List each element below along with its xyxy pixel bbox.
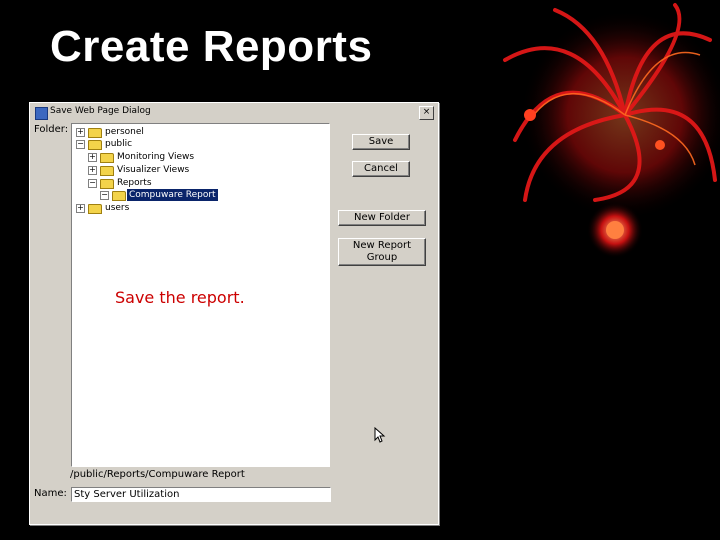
report-name-input[interactable]: Sty Server Utilization bbox=[71, 487, 331, 502]
tree-node-label: personel bbox=[105, 127, 144, 137]
folder-icon bbox=[100, 179, 114, 189]
save-button[interactable]: Save bbox=[352, 134, 410, 150]
folder-icon bbox=[112, 191, 126, 201]
new-folder-button[interactable]: New Folder bbox=[338, 210, 426, 226]
annotation-caption: Save the report. bbox=[115, 288, 245, 307]
dialog-app-icon bbox=[35, 107, 48, 120]
expander-icon[interactable]: + bbox=[76, 128, 85, 137]
folder-icon bbox=[100, 153, 114, 163]
tree-node-reports[interactable]: − Reports bbox=[88, 177, 318, 189]
tree-node-label: users bbox=[105, 203, 130, 213]
tree-node-personel[interactable]: + personel bbox=[76, 126, 316, 138]
close-icon[interactable]: × bbox=[419, 106, 434, 120]
folder-icon bbox=[88, 140, 102, 150]
mouse-cursor-icon bbox=[374, 427, 386, 443]
tree-node-compuware-report[interactable]: − Compuware Report bbox=[100, 189, 320, 201]
folder-label: Folder: bbox=[34, 124, 69, 135]
folder-icon bbox=[100, 166, 114, 176]
tree-node-visualizer-views[interactable]: + Visualizer Views bbox=[88, 164, 318, 176]
tree-node-label: public bbox=[105, 139, 133, 149]
tree-node-label: Visualizer Views bbox=[117, 165, 190, 175]
expander-icon[interactable]: + bbox=[88, 153, 97, 162]
new-report-group-button[interactable]: New Report Group bbox=[338, 238, 426, 266]
dialog-titlebar[interactable]: Save Web Page Dialog × bbox=[32, 105, 436, 121]
folder-icon bbox=[88, 204, 102, 214]
selected-path: /public/Reports/Compuware Report bbox=[70, 469, 245, 480]
firework-decoration bbox=[503, 3, 720, 258]
save-dialog: Save Web Page Dialog × Folder: + persone… bbox=[29, 102, 439, 525]
expander-icon[interactable]: + bbox=[88, 166, 97, 175]
tree-node-label: Reports bbox=[117, 178, 152, 188]
tree-node-monitoring-views[interactable]: + Monitoring Views bbox=[88, 151, 318, 163]
tree-node-label-selected: Compuware Report bbox=[127, 189, 218, 201]
tree-node-label: Monitoring Views bbox=[117, 152, 195, 162]
expander-icon[interactable]: − bbox=[100, 191, 109, 200]
new-report-group-label: New Report Group bbox=[352, 240, 412, 263]
expander-icon[interactable]: − bbox=[88, 179, 97, 188]
tree-node-public[interactable]: − public bbox=[76, 138, 316, 150]
slide-title: Create Reports bbox=[50, 22, 373, 71]
expander-icon[interactable]: + bbox=[76, 204, 85, 213]
folder-icon bbox=[88, 128, 102, 138]
cancel-button[interactable]: Cancel bbox=[352, 161, 410, 177]
dialog-title: Save Web Page Dialog bbox=[50, 106, 151, 116]
name-label: Name: bbox=[34, 488, 67, 499]
expander-icon[interactable]: − bbox=[76, 140, 85, 149]
tree-node-users[interactable]: + users bbox=[76, 202, 316, 214]
